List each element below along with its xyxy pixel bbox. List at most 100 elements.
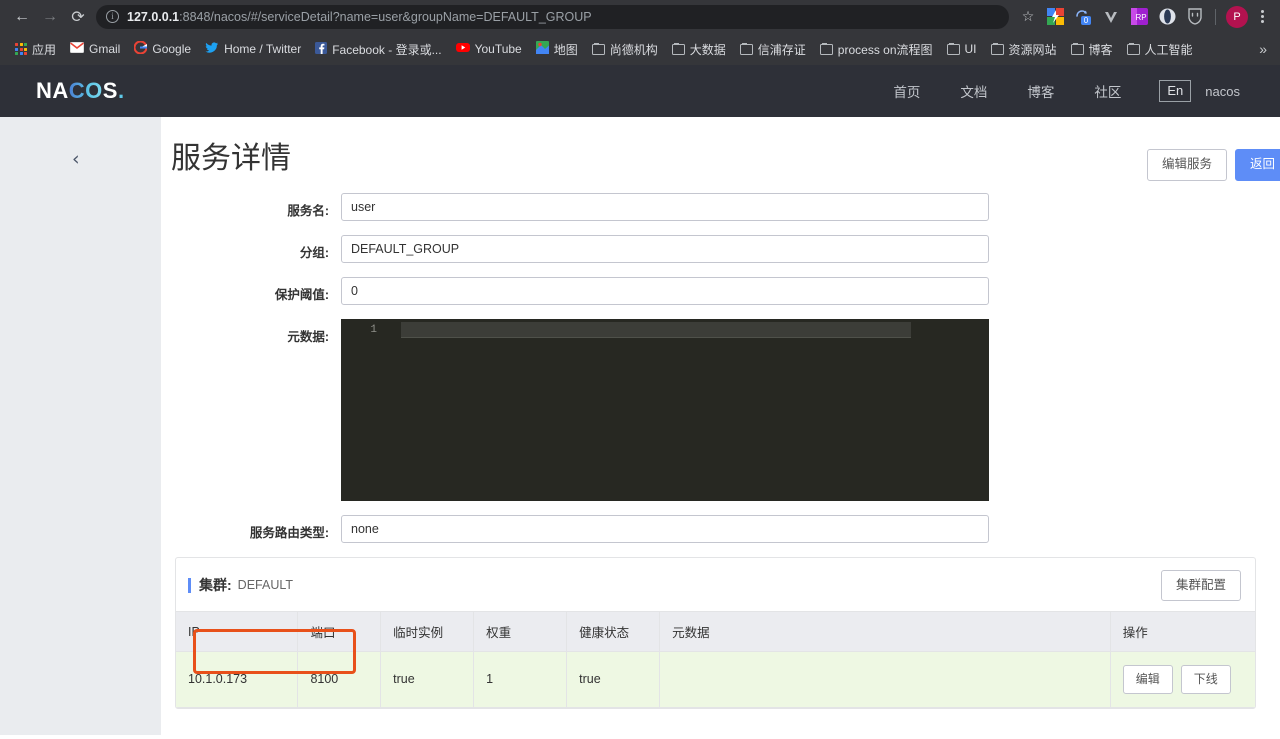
edit-service-button[interactable]: 编辑服务 — [1147, 149, 1227, 181]
column-header-ip[interactable]: IP — [176, 612, 298, 652]
bookmarks-bar: 应用 Gmail Google — [0, 33, 1280, 65]
bookmark-folder-resources[interactable]: 资源网站 — [985, 38, 1063, 61]
bookmark-folder-processon[interactable]: process on流程图 — [814, 38, 939, 61]
code-active-line — [401, 322, 911, 338]
reload-button[interactable]: ⟳ — [64, 3, 92, 31]
bookmark-label: 人工智能 — [1145, 41, 1193, 58]
url-path: :8848/nacos/#/serviceDetail?name=user&gr… — [179, 10, 591, 24]
bookmarks-overflow-icon[interactable]: » — [1259, 41, 1271, 57]
facebook-icon — [315, 42, 327, 57]
column-header-port[interactable]: 端口 — [298, 612, 381, 652]
bookmark-folder-ai[interactable]: 人工智能 — [1121, 38, 1199, 61]
bookmark-folder-blog[interactable]: 博客 — [1065, 38, 1119, 61]
bookmark-label: 大数据 — [690, 41, 726, 58]
code-line-number: 1 — [341, 322, 377, 338]
bookmark-folder-xinpu[interactable]: 信浦存证 — [734, 38, 812, 61]
page-title: 服务详情 — [171, 139, 291, 178]
cell-port: 8100 — [298, 652, 381, 708]
group-label: 分组: — [161, 235, 341, 261]
row-edit-button[interactable]: 编辑 — [1123, 665, 1173, 694]
nav-item-docs[interactable]: 文档 — [940, 81, 1007, 101]
back-button[interactable]: 返回 — [1235, 149, 1280, 181]
sidebar-collapse-icon[interactable]: ‹ — [72, 150, 80, 169]
service-name-label: 服务名: — [161, 193, 341, 219]
folder-icon — [947, 44, 960, 55]
bookmark-label: 应用 — [32, 41, 56, 58]
user-menu[interactable]: nacos — [1205, 84, 1244, 99]
youtube-icon — [456, 42, 470, 56]
form-row-protect-threshold: 保护阈值: — [161, 277, 1280, 305]
metadata-code-editor[interactable]: 1 — [341, 319, 989, 501]
service-name-input[interactable] — [341, 193, 989, 221]
column-header-metadata[interactable]: 元数据 — [660, 612, 1111, 652]
service-detail-form: 服务名: 分组: 保护阈值: 元数据: — [161, 181, 1280, 543]
column-header-health[interactable]: 健康状态 — [567, 612, 660, 652]
language-switch-button[interactable]: En — [1159, 80, 1191, 102]
cell-weight: 1 — [474, 652, 567, 708]
bookmark-youtube[interactable]: YouTube — [450, 39, 528, 59]
form-row-group: 分组: — [161, 235, 1280, 263]
forward-button[interactable]: → — [36, 3, 64, 31]
column-header-ephemeral[interactable]: 临时实例 — [381, 612, 474, 652]
cell-health: true — [567, 652, 660, 708]
chrome-menu-icon[interactable] — [1252, 10, 1272, 23]
logo-part-3: S — [103, 78, 118, 104]
folder-icon — [672, 44, 685, 55]
maps-icon — [536, 41, 549, 57]
bookmark-label: 博客 — [1089, 41, 1113, 58]
bookmark-maps[interactable]: 地图 — [530, 38, 584, 61]
group-input[interactable] — [341, 235, 989, 263]
row-offline-button[interactable]: 下线 — [1181, 665, 1231, 694]
folder-icon — [991, 44, 1004, 55]
sync-badge-extension-icon[interactable]: 0 — [1072, 6, 1094, 28]
nav-item-community[interactable]: 社区 — [1074, 81, 1141, 101]
opera-circle-extension-icon[interactable] — [1156, 6, 1178, 28]
bookmark-google[interactable]: Google — [128, 38, 197, 60]
folder-icon — [1071, 44, 1084, 55]
nacos-logo[interactable]: NACOS. — [36, 78, 125, 104]
bookmark-star-icon[interactable]: ☆ — [1015, 4, 1041, 30]
page-header-actions: 编辑服务 返回 — [1147, 139, 1280, 181]
logo-part-1: NA — [36, 78, 69, 104]
column-header-actions[interactable]: 操作 — [1110, 612, 1255, 652]
bookmark-label: 尚德机构 — [610, 41, 658, 58]
address-bar[interactable]: i 127.0.0.1:8848/nacos/#/serviceDetail?n… — [96, 5, 1009, 29]
bookmark-label: Facebook - 登录或... — [332, 41, 441, 58]
bookmark-folder-bigdata[interactable]: 大数据 — [666, 38, 732, 61]
main-content: 服务详情 编辑服务 返回 服务名: 分组: 保护阈值: — [161, 117, 1280, 735]
bookmark-label: 资源网站 — [1009, 41, 1057, 58]
gmail-icon — [70, 42, 84, 56]
bookmark-label: 地图 — [554, 41, 578, 58]
bookmark-gmail[interactable]: Gmail — [64, 39, 126, 59]
cell-ephemeral: true — [381, 652, 474, 708]
nav-item-home[interactable]: 首页 — [873, 81, 940, 101]
site-info-icon[interactable]: i — [106, 10, 119, 23]
shield-extension-icon[interactable] — [1184, 6, 1206, 28]
form-row-service-name: 服务名: — [161, 193, 1280, 221]
back-button[interactable]: ← — [8, 3, 36, 31]
v-logo-extension-icon[interactable] — [1100, 6, 1122, 28]
page-body: ‹ 服务详情 编辑服务 返回 服务名: 分组: — [0, 117, 1280, 735]
form-row-route-type: 服务路由类型: — [161, 515, 1280, 543]
folder-icon — [592, 44, 605, 55]
bookmark-apps[interactable]: 应用 — [9, 38, 62, 61]
profile-avatar[interactable]: P — [1226, 6, 1248, 28]
bookmark-label: UI — [965, 42, 977, 56]
bookmark-folder-ui[interactable]: UI — [941, 39, 983, 59]
cell-ip: 10.1.0.173 — [176, 652, 298, 708]
twitter-icon — [205, 42, 219, 57]
protect-threshold-label: 保护阈值: — [161, 277, 341, 303]
protect-threshold-input[interactable] — [341, 277, 989, 305]
route-type-input[interactable] — [341, 515, 989, 543]
cluster-config-button[interactable]: 集群配置 — [1161, 570, 1241, 602]
table-header-row: IP 端口 临时实例 权重 健康状态 元数据 操作 — [176, 612, 1255, 652]
colorful-squares-extension-icon[interactable] — [1044, 6, 1066, 28]
column-header-weight[interactable]: 权重 — [474, 612, 567, 652]
nav-item-blog[interactable]: 博客 — [1007, 81, 1074, 101]
bookmark-twitter[interactable]: Home / Twitter — [199, 39, 307, 60]
bookmark-facebook[interactable]: Facebook - 登录或... — [309, 38, 447, 61]
purple-app-extension-icon[interactable]: RP — [1128, 6, 1150, 28]
browser-toolbar: ← → ⟳ i 127.0.0.1:8848/nacos/#/serviceDe… — [0, 0, 1280, 33]
bookmark-folder-shangde[interactable]: 尚德机构 — [586, 38, 664, 61]
cell-metadata — [660, 652, 1111, 708]
